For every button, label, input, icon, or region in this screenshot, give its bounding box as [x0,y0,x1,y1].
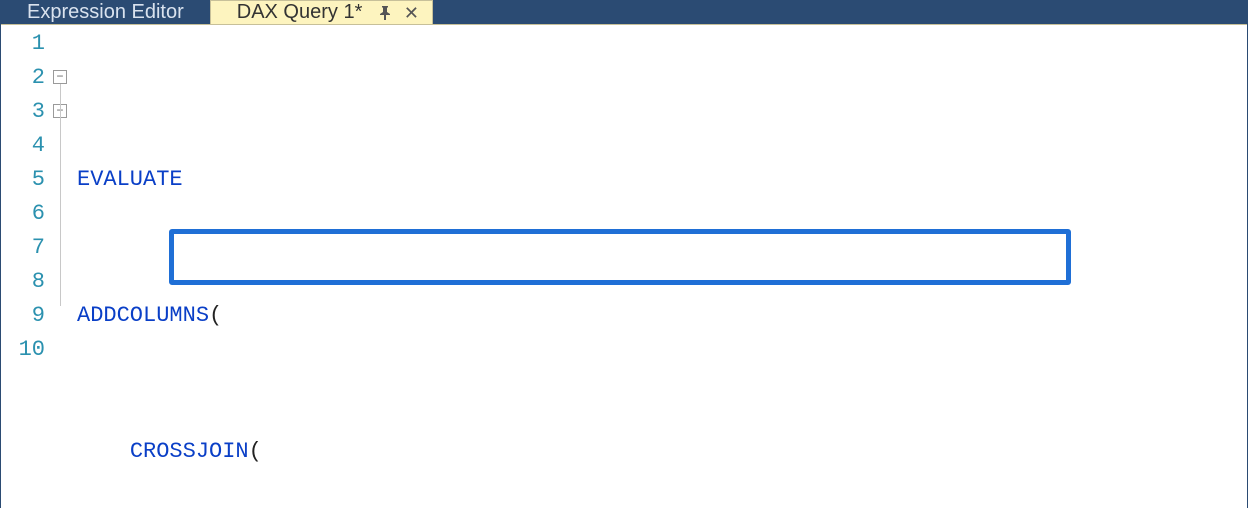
line-number: 4 [1,129,45,163]
line-number: 6 [1,197,45,231]
line-number: 2 [1,61,45,95]
text-token: ( [249,439,262,464]
text-token: ( [209,303,222,328]
line-number: 9 [1,299,45,333]
editor-window: Expression Editor DAX Query 1* ✕ 1 2 3 4… [0,0,1248,508]
code-editor[interactable]: 1 2 3 4 5 6 7 8 9 10 − − EVALUATE ADDCOL… [1,25,1247,508]
indent [77,439,130,464]
fold-toggle-icon[interactable]: − [53,70,67,84]
keyword-token: EVALUATE [77,167,183,192]
code-line: CROSSJOIN( [77,435,1247,469]
tab-label: Expression Editor [27,1,184,24]
code-text-area[interactable]: EVALUATE ADDCOLUMNS( CROSSJOIN( VALUES(M… [73,27,1247,508]
keyword-token: CROSSJOIN [130,439,249,464]
tab-dax-query[interactable]: DAX Query 1* ✕ [210,0,434,24]
pin-icon[interactable] [376,4,394,22]
line-number: 7 [1,231,45,265]
tab-expression-editor[interactable]: Expression Editor [1,0,210,24]
code-line: ADDCOLUMNS( [77,299,1247,333]
code-line: EVALUATE [77,163,1247,197]
close-icon[interactable]: ✕ [402,4,420,22]
fold-column: − − [53,27,73,508]
line-number-gutter: 1 2 3 4 5 6 7 8 9 10 [1,27,53,508]
line-number: 8 [1,265,45,299]
line-number: 10 [1,333,45,367]
highlight-box [169,229,1071,285]
tab-bar: Expression Editor DAX Query 1* ✕ [1,0,1247,24]
tab-label: DAX Query 1* [237,1,363,24]
tab-actions: ✕ [376,4,420,22]
line-number: 1 [1,27,45,61]
line-number: 5 [1,163,45,197]
fold-guide-line [60,84,61,306]
keyword-token: ADDCOLUMNS [77,303,209,328]
line-number: 3 [1,95,45,129]
